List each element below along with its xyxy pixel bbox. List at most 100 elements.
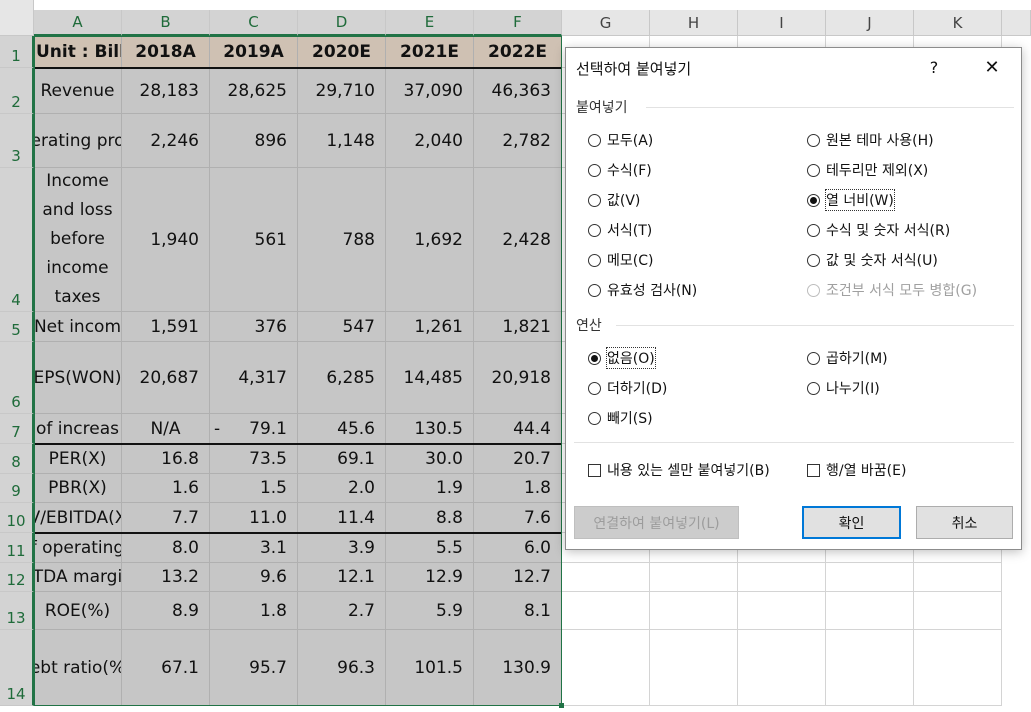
table-cell[interactable]: 1,261 bbox=[386, 312, 474, 342]
row-header-11[interactable]: 11 bbox=[0, 533, 34, 563]
radio-button[interactable] bbox=[588, 381, 601, 395]
table-cell[interactable]: 29,710 bbox=[298, 68, 386, 114]
radio-option[interactable]: 값 및 숫자 서식(U) bbox=[807, 250, 938, 270]
table-cell[interactable]: N/A bbox=[122, 414, 210, 444]
row-header-13[interactable]: 13 bbox=[0, 592, 34, 630]
table-cell[interactable]: 1,148 bbox=[298, 114, 386, 168]
table-cell[interactable]: 96.3 bbox=[298, 630, 386, 706]
table-cell[interactable]: 2,782 bbox=[474, 114, 562, 168]
radio-option[interactable]: 테두리만 제외(X) bbox=[807, 160, 928, 180]
table-cell[interactable]: 130.5 bbox=[386, 414, 474, 444]
radio-button[interactable] bbox=[588, 283, 601, 297]
skip-blanks-checkbox[interactable]: 내용 있는 셀만 붙여넣기(B) bbox=[588, 460, 770, 480]
table-cell[interactable]: 547 bbox=[298, 312, 386, 342]
table-cell[interactable]: 561 bbox=[210, 168, 298, 312]
table-cell[interactable]: 1.5 bbox=[210, 474, 298, 503]
radio-button[interactable] bbox=[807, 351, 820, 365]
table-cell[interactable]: 12.1 bbox=[298, 563, 386, 592]
table-cell[interactable]: 20.7 bbox=[474, 444, 562, 474]
table-cell[interactable]: V/EBITDA(X bbox=[34, 503, 122, 533]
table-cell[interactable]: 16.8 bbox=[122, 444, 210, 474]
table-cell[interactable]: 8.0 bbox=[122, 533, 210, 563]
table-cell[interactable]: of increas bbox=[34, 414, 122, 444]
checkbox-box[interactable] bbox=[807, 463, 820, 477]
table-cell[interactable]: 8.8 bbox=[386, 503, 474, 533]
table-cell[interactable]: 8.1 bbox=[474, 592, 562, 630]
transpose-checkbox[interactable]: 행/열 바꿈(E) bbox=[807, 460, 906, 480]
row-header-2[interactable]: 2 bbox=[0, 68, 34, 114]
radio-button[interactable] bbox=[807, 163, 820, 177]
radio-button[interactable] bbox=[807, 223, 820, 237]
table-cell[interactable]: 37,090 bbox=[386, 68, 474, 114]
table-cell[interactable]: 7.6 bbox=[474, 503, 562, 533]
empty-cell[interactable] bbox=[914, 630, 1002, 706]
table-cell[interactable]: 1,591 bbox=[122, 312, 210, 342]
table-cell[interactable]: 67.1 bbox=[122, 630, 210, 706]
row-header-3[interactable]: 3 bbox=[0, 114, 34, 168]
radio-option[interactable]: 메모(C) bbox=[588, 250, 653, 270]
table-cell[interactable]: 6,285 bbox=[298, 342, 386, 414]
table-cell[interactable]: 376 bbox=[210, 312, 298, 342]
radio-option[interactable]: 유효성 검사(N) bbox=[588, 280, 697, 300]
table-cell[interactable]: 2021E bbox=[386, 36, 474, 68]
select-all-corner[interactable] bbox=[0, 0, 34, 36]
empty-cell[interactable] bbox=[826, 630, 914, 706]
radio-button[interactable] bbox=[588, 133, 601, 147]
column-header-d[interactable]: D bbox=[298, 10, 386, 36]
column-header-a[interactable]: A bbox=[34, 10, 122, 36]
table-cell[interactable]: 20,918 bbox=[474, 342, 562, 414]
row-header-4[interactable]: 4 bbox=[0, 168, 34, 312]
table-cell[interactable]: 28,183 bbox=[122, 68, 210, 114]
table-cell[interactable]: 45.6 bbox=[298, 414, 386, 444]
table-cell[interactable]: 1.8 bbox=[474, 474, 562, 503]
radio-option[interactable]: 수식(F) bbox=[588, 160, 652, 180]
radio-button[interactable] bbox=[807, 133, 820, 147]
radio-button[interactable] bbox=[807, 193, 820, 207]
radio-button[interactable] bbox=[588, 223, 601, 237]
table-cell[interactable]: 5.5 bbox=[386, 533, 474, 563]
table-cell[interactable]: 7.7 bbox=[122, 503, 210, 533]
table-cell[interactable]: 3.1 bbox=[210, 533, 298, 563]
table-cell[interactable]: 2,246 bbox=[122, 114, 210, 168]
radio-option[interactable]: 수식 및 숫자 서식(R) bbox=[807, 220, 950, 240]
help-icon[interactable]: ? bbox=[923, 56, 945, 78]
row-header-6[interactable]: 6 bbox=[0, 342, 34, 414]
table-cell[interactable]: 9.6 bbox=[210, 563, 298, 592]
table-cell[interactable]: 788 bbox=[298, 168, 386, 312]
table-cell[interactable]: Unit : Billio bbox=[34, 36, 122, 68]
table-cell[interactable]: 2019A bbox=[210, 36, 298, 68]
table-cell[interactable]: 101.5 bbox=[386, 630, 474, 706]
table-cell[interactable]: - 79.1 bbox=[210, 414, 298, 444]
table-cell[interactable]: 13.2 bbox=[122, 563, 210, 592]
empty-cell[interactable] bbox=[738, 592, 826, 630]
table-cell[interactable]: 69.1 bbox=[298, 444, 386, 474]
row-header-10[interactable]: 10 bbox=[0, 503, 34, 533]
column-header-k[interactable]: K bbox=[914, 10, 1002, 36]
table-cell[interactable]: 6.0 bbox=[474, 533, 562, 563]
ok-button[interactable]: 확인 bbox=[802, 506, 901, 539]
table-cell[interactable]: TDA margi bbox=[34, 563, 122, 592]
empty-cell[interactable] bbox=[914, 563, 1002, 592]
radio-option[interactable]: 빼기(S) bbox=[588, 408, 653, 428]
radio-button[interactable] bbox=[807, 381, 820, 395]
radio-option[interactable]: 값(V) bbox=[588, 190, 640, 210]
empty-cell[interactable] bbox=[562, 630, 650, 706]
radio-button[interactable] bbox=[588, 411, 601, 425]
radio-button[interactable] bbox=[807, 253, 820, 267]
table-cell[interactable]: 12.7 bbox=[474, 563, 562, 592]
radio-button[interactable] bbox=[588, 163, 601, 177]
table-cell[interactable]: 30.0 bbox=[386, 444, 474, 474]
table-cell[interactable]: Income and loss before income taxes bbox=[34, 168, 122, 312]
column-header-c[interactable]: C bbox=[210, 10, 298, 36]
row-header-1[interactable]: 1 bbox=[0, 36, 34, 68]
row-header-8[interactable]: 8 bbox=[0, 444, 34, 474]
table-cell[interactable]: 11.4 bbox=[298, 503, 386, 533]
table-cell[interactable]: 1,821 bbox=[474, 312, 562, 342]
empty-cell[interactable] bbox=[562, 563, 650, 592]
radio-option[interactable]: 없음(O) bbox=[588, 347, 656, 369]
radio-option[interactable]: 나누기(I) bbox=[807, 378, 880, 398]
radio-button[interactable] bbox=[588, 193, 601, 207]
empty-cell[interactable] bbox=[826, 592, 914, 630]
table-cell[interactable]: 2,428 bbox=[474, 168, 562, 312]
row-header-9[interactable]: 9 bbox=[0, 474, 34, 503]
